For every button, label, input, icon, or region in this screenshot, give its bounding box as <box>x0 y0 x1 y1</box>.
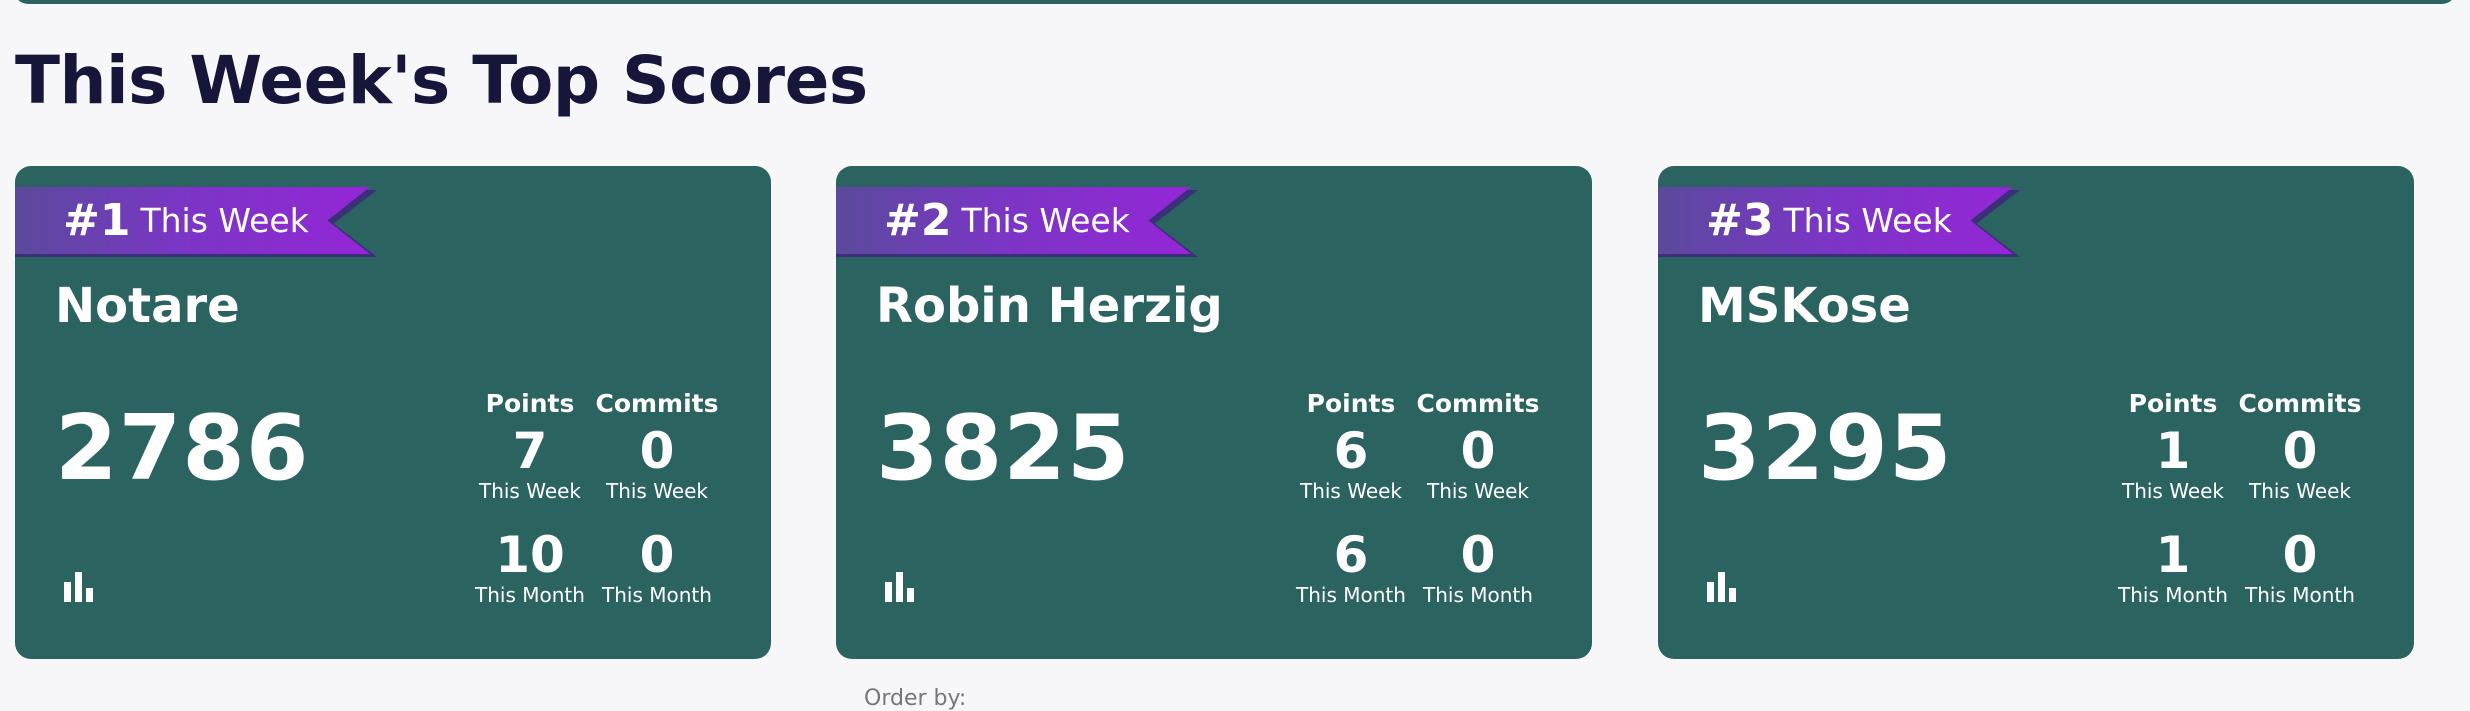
bar-chart-icon[interactable] <box>883 570 917 602</box>
this-month-label: This Month <box>2118 583 2228 607</box>
rank-ribbon: #3 This Week <box>1658 187 2013 254</box>
this-month-label: This Month <box>1423 583 1533 607</box>
rank-ribbon: #2 This Week <box>836 187 1191 254</box>
commits-week-value: 0 <box>1460 422 1496 480</box>
this-month-label: This Month <box>602 583 712 607</box>
points-month-value: 10 <box>495 526 565 584</box>
order-by-label: Order by: <box>864 686 967 711</box>
this-week-label: This Week <box>1299 479 1403 503</box>
page-title: This Week's Top Scores <box>15 42 868 119</box>
commits-week-value: 0 <box>2282 422 2318 480</box>
this-month-label: This Month <box>1296 583 1406 607</box>
rank-label: This Week <box>140 201 309 240</box>
points-week-value: 1 <box>2155 422 2191 480</box>
rank-ribbon: #1 This Week <box>15 187 370 254</box>
points-column: Points 6 This Week 6 This Month <box>1286 386 1416 608</box>
points-column: Points 7 This Week 10 This Month <box>465 386 595 608</box>
bar-chart-icon[interactable] <box>62 570 96 602</box>
commits-month-value: 0 <box>1460 526 1496 584</box>
points-header: Points <box>485 389 575 418</box>
rank-label: This Week <box>1783 201 1952 240</box>
top-banner-edge <box>14 0 2456 4</box>
points-column: Points 1 This Week 1 This Month <box>2108 386 2238 608</box>
commits-column: Commits 0 This Week 0 This Month <box>592 386 722 608</box>
rank-label: This Week <box>961 201 1130 240</box>
commits-header: Commits <box>1416 389 1540 418</box>
points-header: Points <box>1306 389 1396 418</box>
points-month-value: 1 <box>2155 526 2191 584</box>
points-month-value: 6 <box>1333 526 1369 584</box>
player-name[interactable]: MSKose <box>1698 278 1911 334</box>
commits-column: Commits 0 This Week 0 This Month <box>1413 386 1543 608</box>
this-month-label: This Month <box>2245 583 2355 607</box>
score-card-3[interactable]: #3 This Week MSKose 3295 Points 1 This W… <box>1658 166 2414 659</box>
player-name[interactable]: Notare <box>55 278 240 334</box>
commits-week-value: 0 <box>639 422 675 480</box>
commits-month-value: 0 <box>2282 526 2318 584</box>
this-week-label: This Week <box>478 479 582 503</box>
score-card-1[interactable]: #1 This Week Notare 2786 Points 7 This W… <box>15 166 771 659</box>
score-card-2[interactable]: #2 This Week Robin Herzig 3825 Points 6 … <box>836 166 1592 659</box>
rank-number: #2 <box>884 195 952 246</box>
this-week-label: This Week <box>605 479 709 503</box>
points-week-value: 6 <box>1333 422 1369 480</box>
this-week-label: This Week <box>2121 479 2225 503</box>
commits-header: Commits <box>2238 389 2362 418</box>
this-week-label: This Week <box>1426 479 1530 503</box>
this-week-label: This Week <box>2248 479 2352 503</box>
this-month-label: This Month <box>475 583 585 607</box>
commits-header: Commits <box>595 389 719 418</box>
total-score: 2786 <box>55 396 310 501</box>
player-name[interactable]: Robin Herzig <box>876 278 1223 334</box>
points-header: Points <box>2128 389 2218 418</box>
total-score: 3295 <box>1698 396 1953 501</box>
commits-column: Commits 0 This Week 0 This Month <box>2235 386 2365 608</box>
rank-number: #3 <box>1706 195 1774 246</box>
total-score: 3825 <box>876 396 1131 501</box>
bar-chart-icon[interactable] <box>1705 570 1739 602</box>
rank-number: #1 <box>63 195 131 246</box>
points-week-value: 7 <box>512 422 548 480</box>
commits-month-value: 0 <box>639 526 675 584</box>
